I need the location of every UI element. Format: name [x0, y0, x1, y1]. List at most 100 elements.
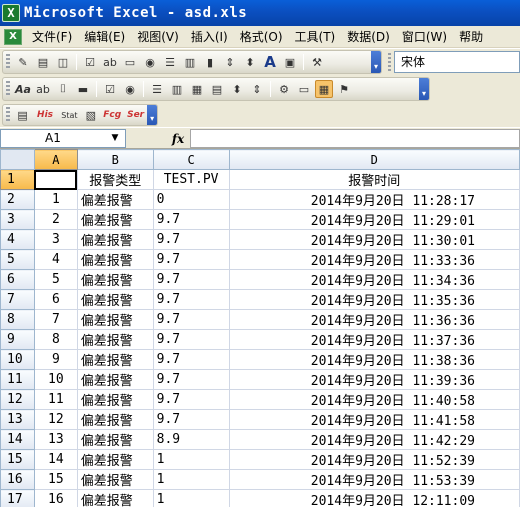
cell-a[interactable]: 15: [33, 469, 78, 490]
cell-a[interactable]: 2: [33, 209, 78, 230]
cell-b[interactable]: 偏差报警: [76, 289, 154, 310]
workbook-icon[interactable]: X: [4, 28, 22, 45]
toolbar-grip[interactable]: [6, 81, 10, 97]
control-properties-icon[interactable]: ⚙: [275, 80, 293, 98]
cell-c[interactable]: 9.7: [152, 229, 230, 250]
pencil-icon[interactable]: ✎: [14, 53, 32, 71]
properties-icon[interactable]: ▤: [34, 53, 52, 71]
row-header[interactable]: 17: [0, 489, 35, 507]
cell-b[interactable]: 偏差报警: [76, 249, 154, 270]
scroll-icon[interactable]: ⬍: [228, 80, 246, 98]
row-header[interactable]: 15: [0, 449, 35, 470]
row-header[interactable]: 11: [0, 369, 35, 390]
cell-d1[interactable]: 报警时间: [228, 169, 520, 190]
chevron-down-icon[interactable]: ▼: [108, 132, 122, 145]
button-control-icon[interactable]: ▭: [121, 53, 139, 71]
checkbox-icon[interactable]: ☑: [81, 53, 99, 71]
combobox-icon[interactable]: ▥: [181, 53, 199, 71]
cell-c[interactable]: 1: [152, 449, 230, 470]
cell-c[interactable]: 9.7: [152, 349, 230, 370]
cell-a[interactable]: 14: [33, 449, 78, 470]
report-icon[interactable]: ▧: [82, 106, 99, 124]
cell-d[interactable]: 2014年9月20日 11:29:01: [228, 209, 520, 230]
cell-c[interactable]: 9.7: [152, 209, 230, 230]
list-icon[interactable]: ☰: [148, 80, 166, 98]
toggle-grid-icon[interactable]: ▦: [315, 80, 333, 98]
cell-d[interactable]: 2014年9月20日 11:42:29: [228, 429, 520, 450]
row-header[interactable]: 3: [0, 209, 35, 230]
cell-d[interactable]: 2014年9月20日 11:41:58: [228, 409, 520, 430]
row-header[interactable]: 12: [0, 389, 35, 410]
cell-b[interactable]: 偏差报警: [76, 229, 154, 250]
menu-edit[interactable]: 编辑(E): [78, 27, 131, 47]
cell-c[interactable]: 9.7: [152, 409, 230, 430]
menu-tools[interactable]: 工具(T): [289, 27, 342, 47]
cell-b[interactable]: 偏差报警: [76, 309, 154, 330]
cell-b[interactable]: 偏差报警: [76, 329, 154, 350]
his-icon[interactable]: His: [33, 106, 56, 124]
cell-c[interactable]: 9.7: [152, 249, 230, 270]
option-icon[interactable]: ◉: [121, 80, 139, 98]
toolbar-options-icon[interactable]: ▾: [419, 78, 429, 100]
spinner-icon[interactable]: ⇕: [221, 53, 239, 71]
cell-a[interactable]: 16: [33, 489, 78, 507]
run-dialog-icon[interactable]: ⚑: [335, 80, 353, 98]
cell-a1[interactable]: [33, 169, 78, 190]
spin-icon[interactable]: ⇕: [248, 80, 266, 98]
cell-d[interactable]: 2014年9月20日 11:30:01: [228, 229, 520, 250]
menu-insert[interactable]: 插入(I): [185, 27, 234, 47]
cell-a[interactable]: 12: [33, 409, 78, 430]
cell-c[interactable]: 1: [152, 469, 230, 490]
row-header[interactable]: 6: [0, 269, 35, 290]
cell-d[interactable]: 2014年9月20日 11:53:39: [228, 469, 520, 490]
menu-window[interactable]: 窗口(W): [396, 27, 453, 47]
row-header[interactable]: 7: [0, 289, 35, 310]
edit-box-icon[interactable]: ab: [34, 80, 52, 98]
row-header[interactable]: 10: [0, 349, 35, 370]
cell-c[interactable]: 9.7: [152, 369, 230, 390]
menu-file[interactable]: 文件(F): [26, 27, 78, 47]
cell-c[interactable]: 9.7: [152, 309, 230, 330]
toolbar-grip[interactable]: [6, 107, 10, 123]
fcg-icon[interactable]: Fcg: [102, 106, 123, 124]
textbox-icon[interactable]: ab: [101, 53, 119, 71]
cell-d[interactable]: 2014年9月20日 11:28:17: [228, 189, 520, 210]
formula-input[interactable]: [190, 129, 520, 148]
cell-b[interactable]: 偏差报警: [76, 269, 154, 290]
combo-icon[interactable]: ▥: [168, 80, 186, 98]
edit-code-icon[interactable]: ▭: [295, 80, 313, 98]
cell-b[interactable]: 偏差报警: [76, 209, 154, 230]
cell-b[interactable]: 偏差报警: [76, 449, 154, 470]
column-header-d[interactable]: D: [228, 149, 520, 170]
cell-c[interactable]: 0: [152, 189, 230, 210]
scrollbar-control-icon[interactable]: ⬍: [241, 53, 259, 71]
cell-c[interactable]: 9.7: [152, 269, 230, 290]
cell-a[interactable]: 10: [33, 369, 78, 390]
fx-icon[interactable]: fx: [166, 130, 190, 148]
cell-a[interactable]: 7: [33, 309, 78, 330]
cell-c[interactable]: 1: [152, 489, 230, 507]
row-header[interactable]: 9: [0, 329, 35, 350]
cell-b[interactable]: 偏差报警: [76, 389, 154, 410]
stat-icon[interactable]: Stat: [59, 106, 80, 124]
cell-b[interactable]: 偏差报警: [76, 409, 154, 430]
cell-a[interactable]: 3: [33, 229, 78, 250]
design-mode-icon[interactable]: ◫: [54, 53, 72, 71]
listbox-icon[interactable]: ☰: [161, 53, 179, 71]
toolbar-options-icon[interactable]: ▾: [371, 51, 381, 73]
cell-d[interactable]: 2014年9月20日 11:33:36: [228, 249, 520, 270]
cell-a[interactable]: 5: [33, 269, 78, 290]
cell-a[interactable]: 6: [33, 289, 78, 310]
cell-c1[interactable]: TEST.PV: [152, 169, 230, 190]
excel-icon[interactable]: X: [2, 4, 20, 22]
row-header[interactable]: 4: [0, 229, 35, 250]
label-icon[interactable]: A: [261, 53, 279, 71]
group-box-icon[interactable]: ⌷: [54, 80, 72, 98]
checkbox-icon[interactable]: ☑: [101, 80, 119, 98]
cell-d[interactable]: 2014年9月20日 11:52:39: [228, 449, 520, 470]
cell-a[interactable]: 8: [33, 329, 78, 350]
menu-data[interactable]: 数据(D): [341, 27, 396, 47]
cell-b[interactable]: 偏差报警: [76, 349, 154, 370]
column-header-a[interactable]: A: [33, 149, 78, 170]
option-button-icon[interactable]: ◉: [141, 53, 159, 71]
